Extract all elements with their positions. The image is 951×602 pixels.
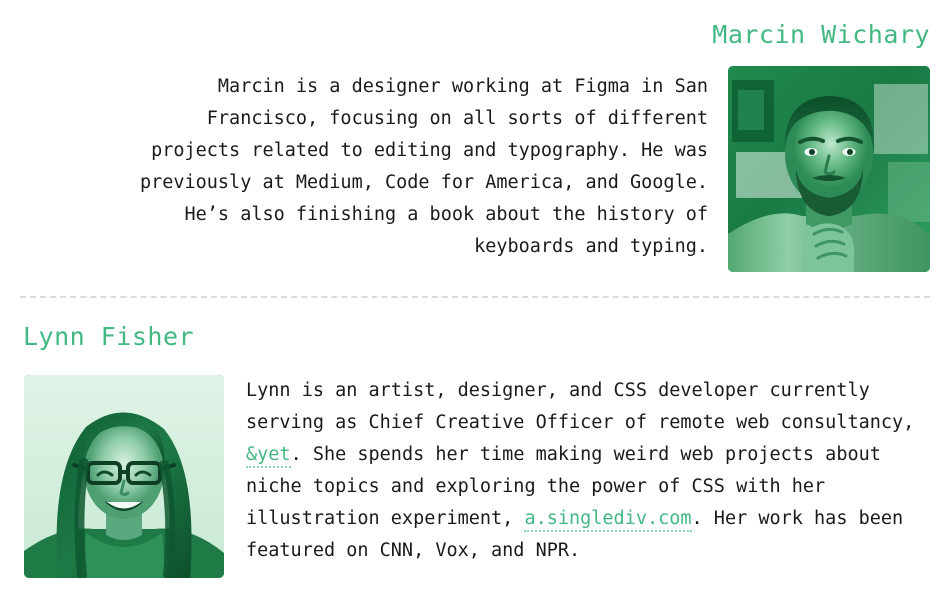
bio-photo-lynn bbox=[24, 375, 224, 578]
bio-photo-marcin bbox=[728, 66, 930, 272]
bio-section-lynn: Lynn Fisher Lynn is an artist, designer,… bbox=[0, 305, 951, 602]
bio-text-marcin: Marcin is a designer working at Figma in… bbox=[139, 76, 708, 257]
bio-text-lynn: Lynn is an artist, designer, and CSS dev… bbox=[246, 375, 926, 567]
bio-heading-marcin: Marcin Wichary bbox=[712, 20, 930, 49]
bio-heading-lynn: Lynn Fisher bbox=[23, 322, 195, 351]
bio-text-lynn-part-1: Lynn is an artist, designer, and CSS dev… bbox=[246, 380, 915, 433]
link-a-singlediv-com[interactable]: a.singlediv.com bbox=[524, 508, 692, 532]
section-divider bbox=[20, 296, 930, 298]
link-and-yet[interactable]: &yet bbox=[246, 444, 291, 468]
bios-page: Marcin Wichary Marcin is a designer work… bbox=[0, 0, 951, 602]
bio-section-marcin: Marcin Wichary Marcin is a designer work… bbox=[0, 0, 951, 297]
